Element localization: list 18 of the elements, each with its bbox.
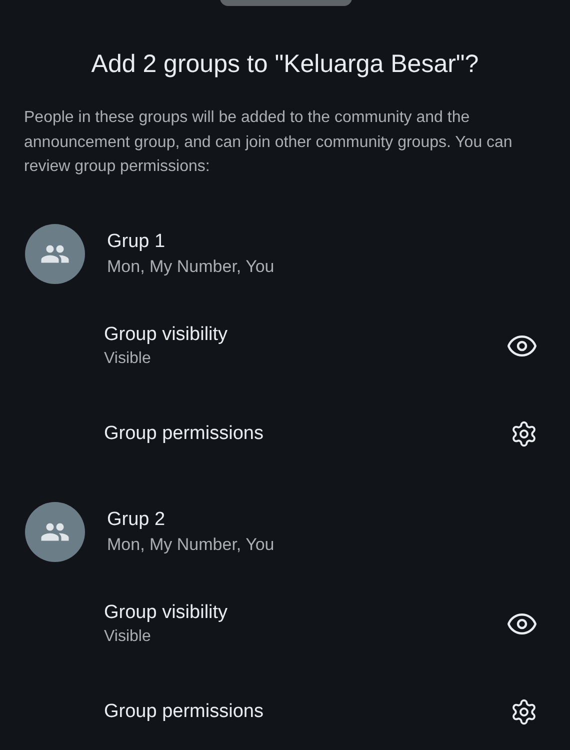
setting-label: Group permissions (104, 700, 264, 724)
setting-row[interactable]: Group permissions (0, 404, 570, 464)
group-name: Grup 1 (107, 230, 166, 254)
group-members: Mon, My Number, You (107, 534, 274, 556)
description-text: People in these groups will be added to the community and the announcement group, and can join other community groups. You can review group permissions: (24, 108, 514, 177)
gear-icon (510, 420, 538, 448)
setting-row[interactable]: Group permissions (0, 682, 570, 742)
setting-value: Visible (104, 626, 152, 646)
group-name: Grup 2 (107, 508, 166, 532)
setting-value: Visible (104, 348, 152, 368)
dialog-title: Add 2 groups to "Keluarga Besar"? (90, 49, 480, 80)
group-members: Mon, My Number, You (107, 256, 274, 278)
gear-icon (510, 698, 538, 726)
setting-label: Group visibility (104, 600, 229, 624)
setting-row[interactable]: Group visibility Visible (0, 594, 570, 654)
setting-label: Group permissions (104, 422, 264, 446)
setting-row[interactable]: Group visibility Visible (0, 316, 570, 376)
setting-label: Group visibility (104, 322, 229, 346)
